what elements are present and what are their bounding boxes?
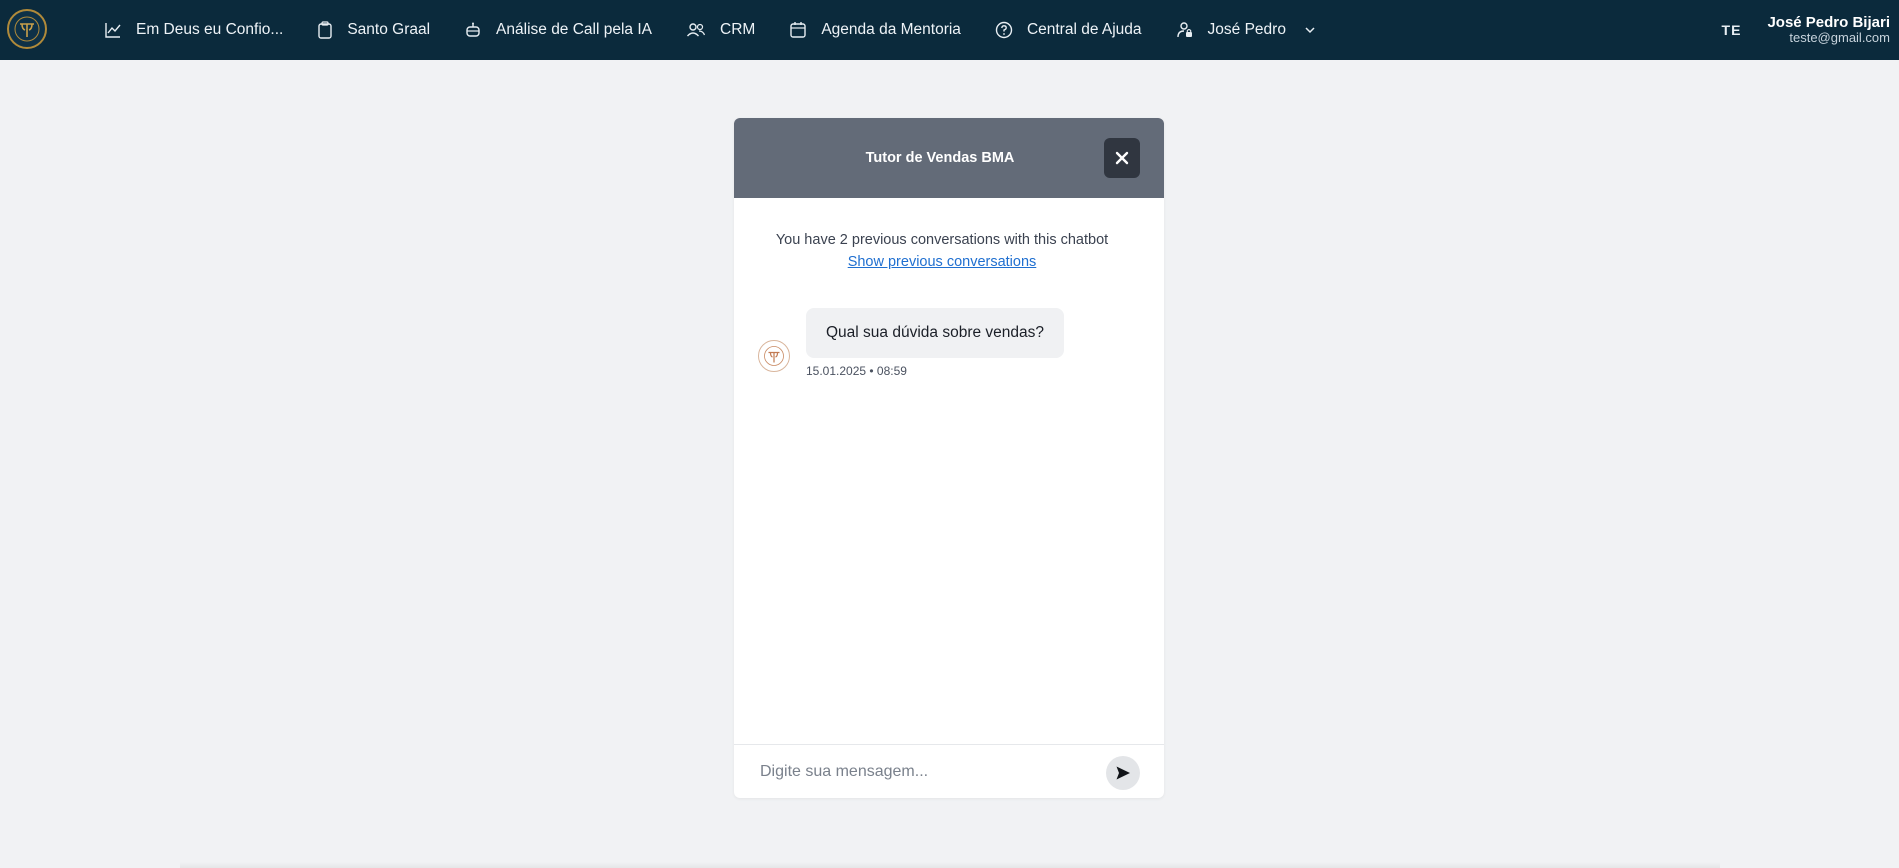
nav-item-label: Santo Graal	[347, 21, 431, 38]
bot-logo-icon	[764, 346, 784, 366]
send-button[interactable]	[1106, 756, 1140, 790]
trending-up-icon	[105, 23, 121, 38]
nav-item-label: José Pedro	[1207, 21, 1286, 38]
nav-item-label: CRM	[720, 21, 756, 38]
user-initials: TE	[1721, 22, 1742, 38]
show-previous-conversations-link[interactable]: Show previous conversations	[848, 254, 1037, 270]
chat-messages-area: You have 2 previous conversations with t…	[734, 198, 1151, 744]
brand-logo[interactable]	[7, 9, 47, 49]
message-content: Qual sua dúvida sobre vendas? 15.01.2025…	[806, 308, 1065, 378]
calendar-icon	[790, 22, 807, 38]
nav-item-label: Análise de Call pela IA	[496, 21, 653, 38]
bot-message: Qual sua dúvida sobre vendas? 15.01.2025…	[758, 308, 1065, 378]
nav-item-em-deus-eu-confio[interactable]: Em Deus eu Confio...	[104, 21, 283, 39]
nav-item-agenda-da-mentoria[interactable]: Agenda da Mentoria	[789, 21, 961, 39]
chatbot-panel: Tutor de Vendas BMA You have 2 previous …	[734, 118, 1164, 798]
main-nav: Em Deus eu Confio... Santo Graal Análise…	[104, 0, 1316, 60]
previous-conversations-text: You have 2 previous conversations with t…	[775, 232, 1109, 248]
chat-title: Tutor de Vendas BMA	[865, 150, 1015, 166]
close-chat-button[interactable]	[1104, 138, 1140, 178]
message-timestamp: 15.01.2025 • 08:59	[806, 364, 907, 378]
logo-emblem-icon	[14, 16, 40, 42]
message-bubble: Qual sua dúvida sobre vendas?	[806, 308, 1065, 358]
nav-item-label: Agenda da Mentoria	[821, 21, 961, 38]
close-icon	[1115, 151, 1129, 165]
top-navbar: Em Deus eu Confio... Santo Graal Análise…	[0, 0, 1899, 60]
nav-item-santo-graal[interactable]: Santo Graal	[317, 21, 430, 39]
message-input[interactable]	[758, 761, 1102, 782]
help-circle-icon	[995, 21, 1013, 39]
bottom-edge-shadow	[180, 862, 1720, 868]
nav-item-user-menu[interactable]: José Pedro	[1176, 21, 1316, 39]
previous-conversations-info: You have 2 previous conversations with t…	[734, 232, 1150, 270]
nav-item-analise-de-call[interactable]: Análise de Call pela IA	[464, 21, 652, 39]
chat-input-bar	[734, 744, 1164, 798]
user-lock-icon	[1176, 22, 1192, 38]
bot-avatar	[758, 340, 790, 372]
nav-item-label: Central de Ajuda	[1026, 21, 1142, 38]
user-name: José Pedro Bijari	[1767, 13, 1890, 31]
robot-icon	[466, 22, 480, 37]
user-area[interactable]: TE José Pedro Bijari teste@gmail.com	[1722, 0, 1890, 60]
nav-item-central-de-ajuda[interactable]: Central de Ajuda	[995, 21, 1142, 39]
clipboard-icon	[318, 21, 333, 39]
chat-header: Tutor de Vendas BMA	[734, 118, 1164, 198]
users-icon	[686, 23, 706, 37]
nav-item-crm[interactable]: CRM	[686, 21, 755, 39]
send-icon	[1116, 766, 1130, 780]
user-email: teste@gmail.com	[1789, 30, 1890, 46]
user-info: José Pedro Bijari teste@gmail.com	[1767, 13, 1890, 46]
chevron-down-icon	[1305, 27, 1315, 34]
nav-item-label: Em Deus eu Confio...	[136, 21, 284, 38]
chat-scrollbar[interactable]	[1150, 198, 1164, 744]
